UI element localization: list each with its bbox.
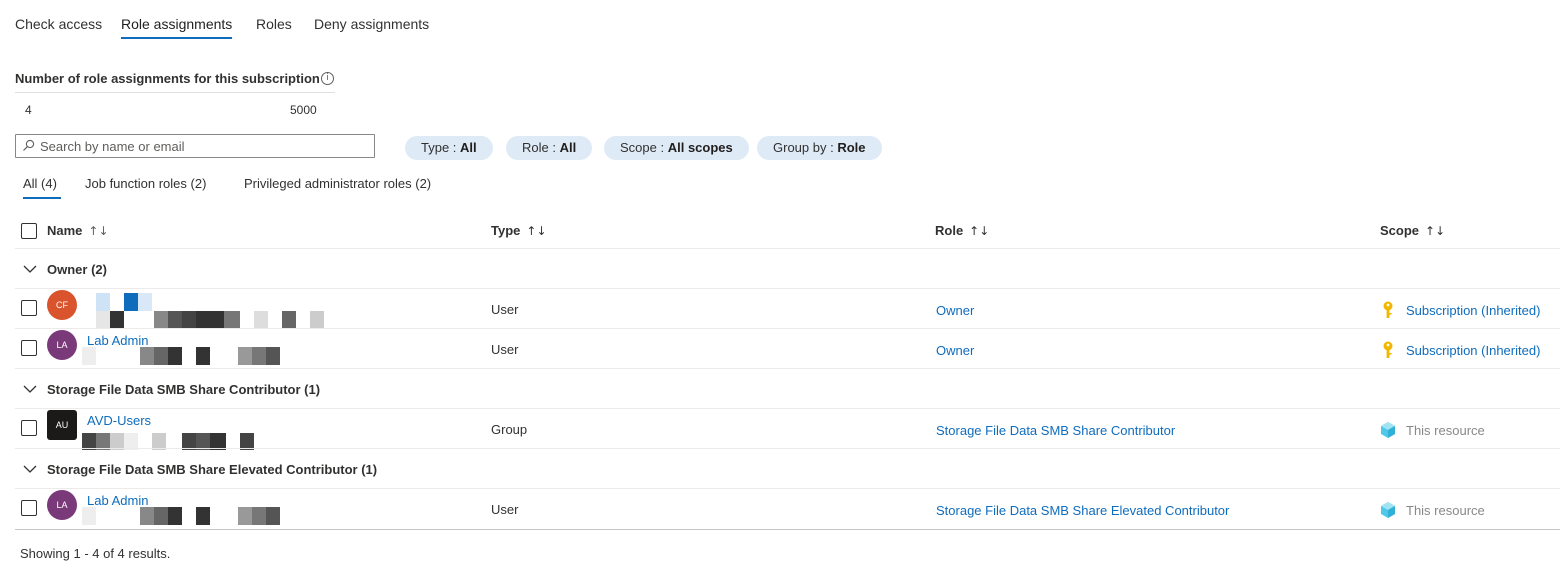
subtab-all[interactable]: All (4) [23, 176, 57, 191]
redacted-name [96, 293, 152, 311]
row-checkbox[interactable] [21, 300, 37, 316]
filter-value: Role [837, 140, 866, 155]
sort-icon: ↑↓ [526, 224, 547, 238]
filter-value: All scopes [667, 140, 733, 155]
row-role-link[interactable]: Owner [936, 303, 974, 318]
active-subtab-indicator [23, 197, 61, 199]
sort-icon: ↑↓ [88, 224, 109, 238]
row-role-link[interactable]: Storage File Data SMB Share Contributor [936, 423, 1175, 438]
subtab-job-function-roles[interactable]: Job function roles (2) [85, 176, 206, 191]
row-scope-link[interactable]: Subscription (Inherited) [1406, 303, 1540, 318]
filter-role-pill[interactable]: Role : All [506, 136, 593, 160]
row-name-link[interactable]: Lab Admin [87, 493, 148, 508]
row-scope: This resource [1406, 423, 1485, 438]
row-divider [15, 448, 1560, 449]
redacted-email [82, 347, 280, 365]
row-divider [15, 288, 1560, 289]
results-summary: Showing 1 - 4 of 4 results. [20, 546, 171, 561]
column-header-name[interactable]: Name ↑↓ [47, 223, 109, 238]
tab-role-assignments[interactable]: Role assignments [121, 16, 232, 32]
row-checkbox[interactable] [21, 420, 37, 436]
active-tab-indicator [121, 37, 232, 39]
row-scope-link[interactable]: Subscription (Inherited) [1406, 343, 1540, 358]
tab-deny-assignments[interactable]: Deny assignments [314, 16, 429, 32]
filter-value: All [559, 140, 577, 155]
row-divider [15, 488, 1560, 489]
column-header-role[interactable]: Role ↑↓ [935, 223, 989, 238]
group-header-storage-contributor: Storage File Data SMB Share Contributor … [47, 382, 321, 397]
row-role-link[interactable]: Storage File Data SMB Share Elevated Con… [936, 503, 1229, 518]
sort-icon: ↑↓ [1425, 224, 1446, 238]
avatar: LA [47, 330, 77, 360]
tab-roles[interactable]: Roles [256, 16, 292, 32]
select-all-checkbox[interactable] [21, 223, 37, 239]
header-divider [15, 248, 1560, 249]
subtab-privileged-administrator-roles[interactable]: Privileged administrator roles (2) [244, 176, 431, 191]
search-icon [23, 139, 35, 151]
filter-type-pill[interactable]: Type : All [405, 136, 493, 160]
filter-key: Scope [620, 140, 657, 155]
row-type: User [491, 342, 519, 357]
row-divider [15, 408, 1560, 409]
chevron-down-icon[interactable] [23, 264, 37, 274]
chevron-down-icon[interactable] [23, 464, 37, 474]
row-divider [15, 328, 1560, 329]
row-type: User [491, 302, 519, 317]
row-scope: This resource [1406, 503, 1485, 518]
sort-icon: ↑↓ [969, 224, 990, 238]
avatar: AU [47, 410, 77, 440]
filter-key: Group by [773, 140, 827, 155]
filter-scope-pill[interactable]: Scope : All scopes [604, 136, 749, 160]
search-input[interactable] [40, 135, 360, 157]
avatar: CF [47, 290, 77, 320]
redacted-email [82, 507, 280, 525]
count-divider [15, 92, 335, 93]
row-name-link[interactable]: Lab Admin [87, 333, 148, 348]
filter-value: All [460, 140, 477, 155]
group-header-storage-elevated-contributor: Storage File Data SMB Share Elevated Con… [47, 462, 378, 477]
group-header-owner: Owner (2) [47, 262, 107, 277]
row-type: Group [491, 422, 528, 437]
search-box [15, 134, 375, 158]
row-divider [15, 368, 1560, 369]
key-icon [1383, 301, 1393, 318]
role-assignment-count-title: Number of role assignments for this subs… [15, 71, 320, 86]
column-header-scope[interactable]: Scope ↑↓ [1380, 223, 1445, 238]
row-role-link[interactable]: Owner [936, 343, 974, 358]
info-icon[interactable]: i [321, 72, 334, 85]
group-by-pill[interactable]: Group by : Role [757, 136, 882, 160]
role-assignment-count-max: 5000 [290, 103, 317, 117]
column-header-type[interactable]: Type ↑↓ [491, 223, 547, 238]
key-icon [1383, 341, 1393, 358]
filter-key: Role [522, 140, 549, 155]
redacted-email [96, 311, 324, 329]
tab-check-access[interactable]: Check access [15, 16, 102, 32]
row-checkbox[interactable] [21, 500, 37, 516]
chevron-down-icon[interactable] [23, 384, 37, 394]
storage-cube-icon [1381, 502, 1395, 518]
role-assignment-count-current: 4 [25, 103, 32, 117]
filter-key: Type [421, 140, 450, 155]
row-name-link[interactable]: AVD-Users [87, 413, 151, 428]
avatar: LA [47, 490, 77, 520]
row-type: User [491, 502, 519, 517]
row-checkbox[interactable] [21, 340, 37, 356]
storage-cube-icon [1381, 422, 1395, 438]
table-bottom-divider [15, 529, 1560, 530]
